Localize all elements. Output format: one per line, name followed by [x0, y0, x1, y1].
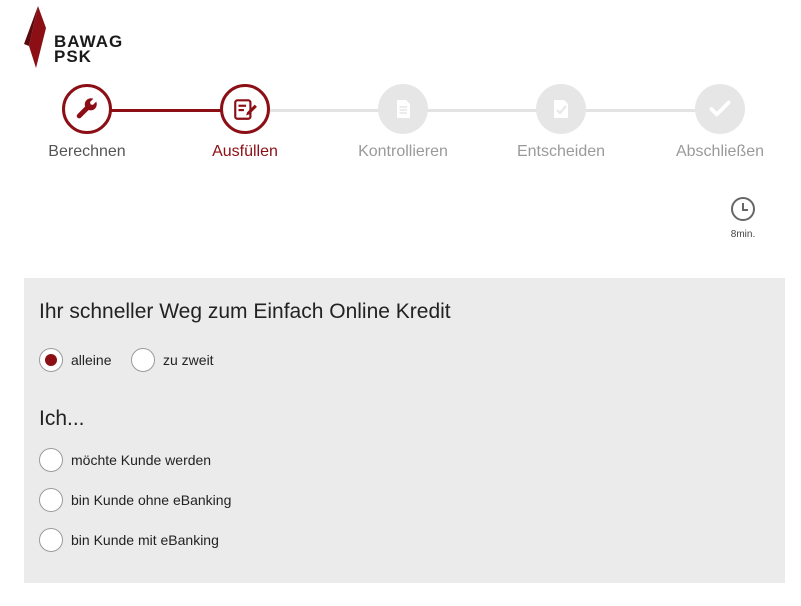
duration-label: 8min.	[730, 229, 756, 240]
radio-label: bin Kunde mit eBanking	[71, 532, 219, 548]
radio-label: alleine	[71, 352, 112, 368]
step-circle	[695, 84, 745, 134]
option-kunde-mit-ebanking[interactable]: bin Kunde mit eBanking	[39, 528, 219, 552]
step-circle	[378, 84, 428, 134]
checkmark-icon	[709, 100, 731, 117]
step-label: Berechnen	[48, 143, 126, 160]
step-kontrollieren: Kontrollieren	[333, 84, 473, 161]
radio-neukunde[interactable]	[39, 448, 63, 472]
form-title: Ihr schneller Weg zum Einfach Online Kre…	[39, 300, 451, 323]
option-kunde-ohne-ebanking[interactable]: bin Kunde ohne eBanking	[39, 488, 231, 512]
edit-form-icon	[234, 99, 257, 120]
step-berechnen[interactable]: Berechnen	[17, 84, 157, 161]
radio-kunde-mit-ebanking[interactable]	[39, 528, 63, 552]
radio-label: bin Kunde ohne eBanking	[71, 492, 232, 508]
document-icon	[397, 100, 410, 118]
step-entscheiden: Entscheiden	[491, 84, 631, 161]
logo-mark-icon	[24, 6, 46, 68]
clock-icon	[731, 197, 755, 221]
bawag-psk-logo[interactable]: BAWAG PSK	[24, 6, 144, 70]
radio-label: zu zweit	[163, 352, 214, 368]
radio-alleine[interactable]	[39, 348, 63, 372]
radio-kunde-ohne-ebanking[interactable]	[39, 488, 63, 512]
step-circle	[220, 84, 270, 134]
step-label: Ausfüllen	[212, 143, 278, 160]
logo-text: BAWAG PSK	[54, 33, 123, 66]
step-label: Abschließen	[675, 143, 765, 160]
loan-form-panel: Ihr schneller Weg zum Einfach Online Kre…	[24, 278, 785, 583]
progress-stepper: Berechnen Ausfüllen Kontrollieren Entsch…	[0, 84, 801, 174]
step-abschliessen: Abschließen	[650, 84, 790, 161]
radio-zu-zweit[interactable]	[131, 348, 155, 372]
step-circle	[536, 84, 586, 134]
option-neukunde[interactable]: möchte Kunde werden	[39, 448, 211, 472]
duration-indicator: 8min.	[723, 196, 763, 240]
step-circle	[62, 84, 112, 134]
option-zu-zweit[interactable]: zu zweit	[131, 348, 214, 372]
wrench-icon	[76, 98, 97, 119]
step-ausfuellen[interactable]: Ausfüllen	[175, 84, 315, 161]
option-alleine[interactable]: alleine	[39, 348, 111, 372]
radio-label: möchte Kunde werden	[71, 452, 212, 468]
step-label: Kontrollieren	[358, 143, 448, 160]
customer-section-title: Ich...	[39, 407, 85, 430]
step-label: Entscheiden	[516, 143, 606, 160]
document-check-icon	[554, 100, 568, 118]
logo-line-2: PSK	[54, 47, 92, 66]
